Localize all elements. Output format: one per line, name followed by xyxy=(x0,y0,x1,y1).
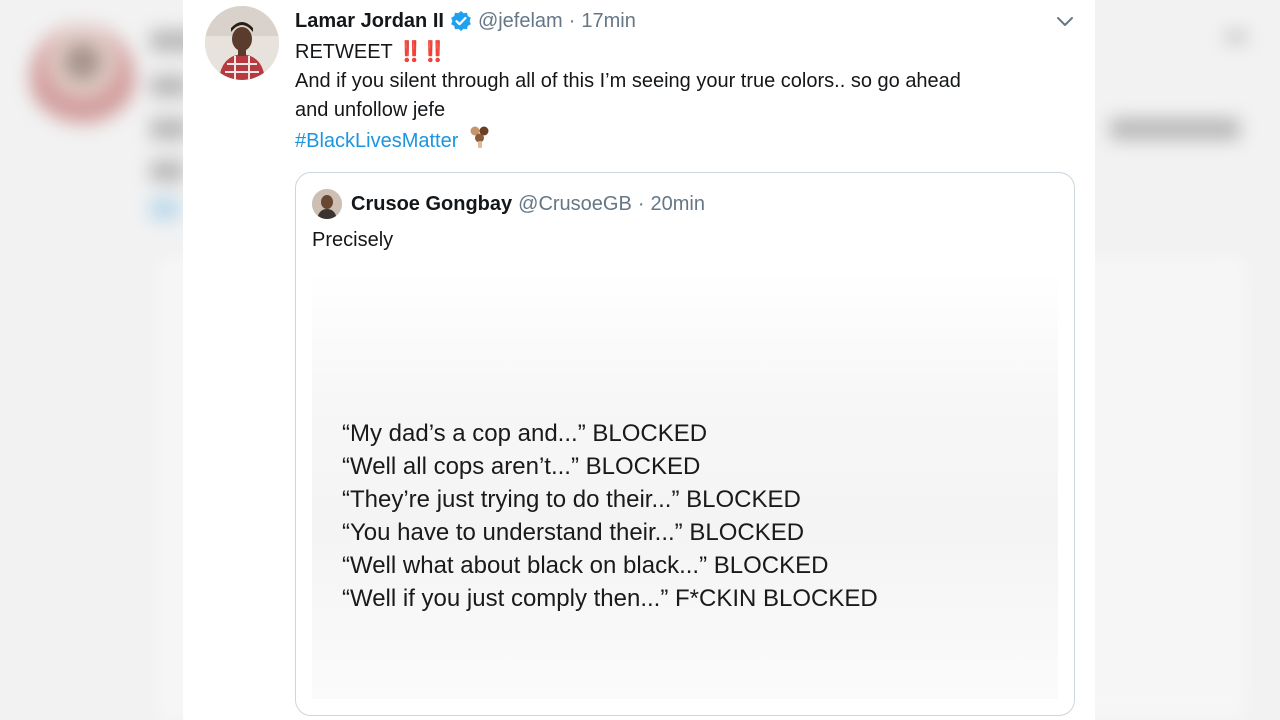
background-text-line xyxy=(150,160,185,182)
quoted-timestamp[interactable]: 20min xyxy=(650,193,704,216)
meme-image: “My dad’s a cop and...” BLOCKED “Well al… xyxy=(312,269,1058,699)
avatar-image xyxy=(205,6,279,80)
tweet-line-1: RETWEET ‼️‼️ xyxy=(295,38,1075,67)
meme-line: “My dad’s a cop and...” BLOCKED xyxy=(342,420,708,447)
separator-dot: · xyxy=(637,192,645,215)
quoted-avatar[interactable] xyxy=(312,189,342,219)
verified-badge-icon xyxy=(450,10,472,32)
hashtag-link[interactable]: #BlackLivesMatter xyxy=(295,130,458,152)
tweet-line-3: and unfollow jefe xyxy=(295,99,446,121)
tweet-timestamp[interactable]: 17min xyxy=(581,10,635,33)
meme-line: “They’re just trying to do their...” BLO… xyxy=(342,486,801,513)
avatar[interactable] xyxy=(205,6,279,80)
tweet-line-4: #BlackLivesMatter xyxy=(295,125,1075,158)
quoted-author-name[interactable]: Crusoe Gongbay xyxy=(351,193,512,216)
meme-line: “Well all cops aren’t...” BLOCKED xyxy=(342,453,701,480)
quoted-tweet[interactable]: Crusoe Gongbay @CrusoeGB · 20min Precise… xyxy=(295,172,1075,716)
quoted-tweet-header: Crusoe Gongbay @CrusoeGB · 20min xyxy=(312,189,705,219)
meme-text-block: “My dad’s a cop and...” BLOCKED “Well al… xyxy=(342,417,878,615)
quoted-author-handle[interactable]: @CrusoeGB xyxy=(518,193,632,216)
author-handle[interactable]: @jefelam xyxy=(478,10,563,33)
quoted-tweet-text: Precisely xyxy=(312,229,394,251)
meme-line: “You have to understand their...” BLOCKE… xyxy=(342,519,805,546)
tweet-header: Lamar Jordan II @jefelam · 17min xyxy=(295,8,636,34)
background-text-line xyxy=(1110,118,1240,140)
tweet-body: RETWEET ‼️‼️ And if you silent through a… xyxy=(295,38,1075,158)
quoted-avatar-image xyxy=(312,189,342,219)
meme-line: “Well what about black on black...” BLOC… xyxy=(342,552,829,579)
tweet-panel: Lamar Jordan II @jefelam · 17min RETWEET… xyxy=(183,0,1095,720)
background-text-line xyxy=(150,198,180,220)
tweet-line-2: And if you silent through all of this I’… xyxy=(295,70,961,92)
background-text-line xyxy=(1225,32,1247,42)
chevron-down-icon[interactable] xyxy=(1053,10,1077,34)
meme-line: “Well if you just comply then...” F*CKIN… xyxy=(342,585,878,612)
quoted-image[interactable]: “My dad’s a cop and...” BLOCKED “Well al… xyxy=(312,269,1058,699)
double-exclamation-emoji-icon: ‼️‼️ xyxy=(397,41,447,63)
raised-fist-emoji-icon xyxy=(468,125,492,158)
author-name[interactable]: Lamar Jordan II xyxy=(295,10,444,33)
separator-dot: · xyxy=(568,9,576,32)
tweet-retweet-text: RETWEET xyxy=(295,41,393,63)
background-avatar xyxy=(30,25,135,130)
